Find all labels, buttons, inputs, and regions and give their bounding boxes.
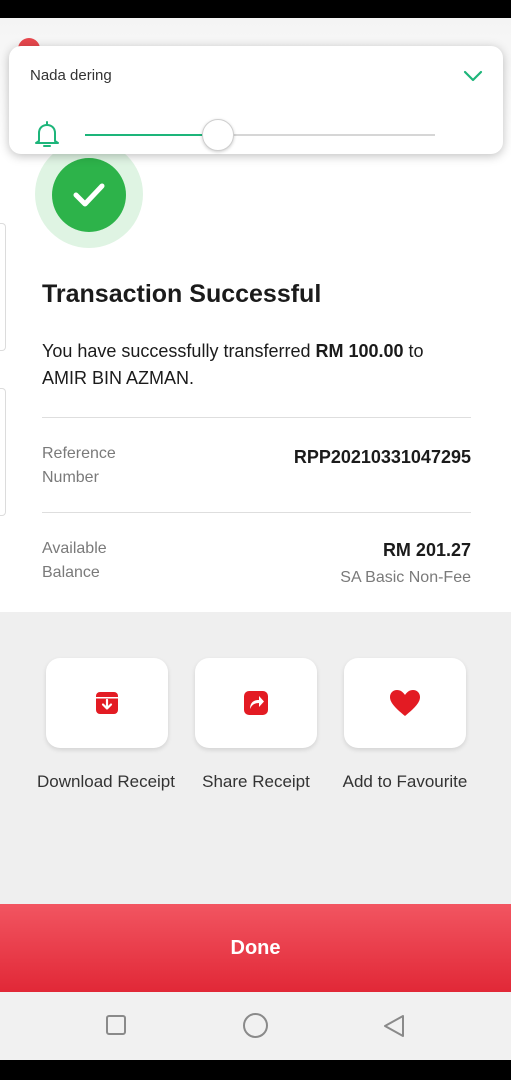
volume-slider-thumb[interactable] bbox=[202, 119, 234, 151]
page-title: Transaction Successful bbox=[42, 280, 322, 308]
account-type: SA Basic Non-Fee bbox=[340, 569, 471, 586]
add-favourite-button[interactable] bbox=[344, 658, 466, 748]
message-mid: to bbox=[403, 341, 424, 361]
divider bbox=[42, 512, 471, 513]
volume-label: Nada dering bbox=[30, 67, 112, 84]
reference-label: Reference Number bbox=[42, 445, 116, 486]
reference-number[interactable]: RPP20210331047295 bbox=[294, 447, 471, 468]
download-receipt-icon bbox=[96, 692, 118, 714]
volume-slider-fill bbox=[85, 134, 218, 136]
recipient-name: AMIR BIN AZMAN. bbox=[42, 368, 195, 388]
bell-icon[interactable] bbox=[33, 120, 61, 150]
success-check-icon bbox=[52, 158, 126, 232]
bottom-bezel bbox=[0, 1060, 511, 1080]
download-receipt-label: Download Receipt bbox=[37, 772, 175, 791]
home-icon[interactable] bbox=[242, 1012, 269, 1039]
left-edge-card bbox=[0, 388, 6, 516]
system-navigation-bar bbox=[0, 992, 511, 1060]
add-favourite-label: Add to Favourite bbox=[342, 772, 468, 791]
heart-icon bbox=[390, 690, 420, 716]
back-icon[interactable] bbox=[382, 1014, 406, 1038]
transfer-message: You have successfully transferred RM 100… bbox=[42, 338, 482, 392]
done-button[interactable]: Done bbox=[0, 904, 511, 992]
download-receipt-button[interactable] bbox=[46, 658, 168, 748]
recent-apps-icon[interactable] bbox=[105, 1014, 127, 1036]
volume-popup: Nada dering bbox=[9, 46, 503, 154]
share-receipt-label: Share Receipt bbox=[202, 772, 310, 791]
divider bbox=[42, 417, 471, 418]
balance-value: RM 201.27 bbox=[382, 540, 471, 560]
volume-slider-track[interactable] bbox=[85, 134, 435, 136]
chevron-down-icon[interactable] bbox=[461, 64, 485, 88]
action-area: Download Receipt Share Receipt Add to Fa… bbox=[0, 612, 511, 904]
share-receipt-button[interactable] bbox=[195, 658, 317, 748]
message-prefix: You have successfully transferred bbox=[42, 341, 316, 361]
share-icon bbox=[244, 691, 268, 715]
app-screen: Transaction Successful You have successf… bbox=[0, 18, 511, 1060]
left-edge-card bbox=[0, 223, 6, 351]
balance-label: Available Balance bbox=[42, 540, 107, 581]
transfer-amount: RM 100.00 bbox=[315, 341, 404, 361]
